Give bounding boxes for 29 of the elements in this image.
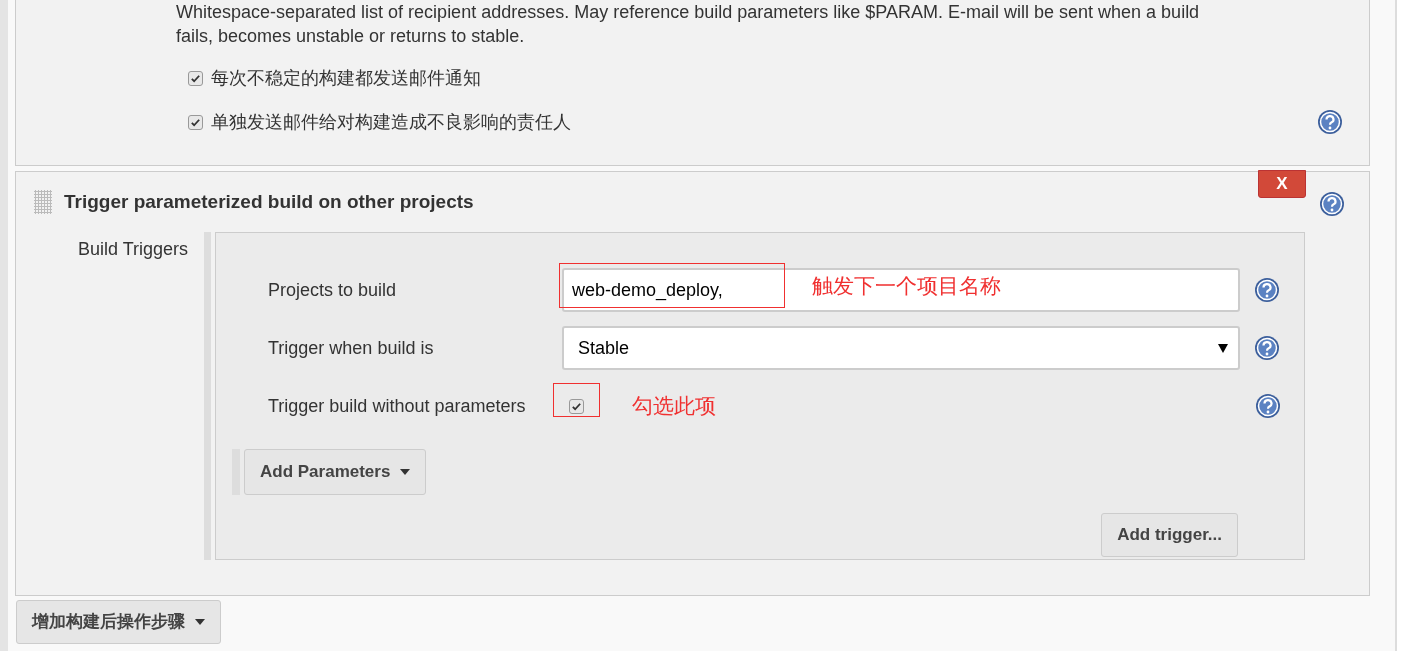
delete-button[interactable]: X [1258,170,1306,198]
field-label: Trigger build without parameters [267,394,527,418]
field-label: Projects to build [267,278,398,302]
add-post-build-button[interactable]: 增加构建后操作步骤 [16,600,221,644]
help-icon[interactable] [1254,335,1280,361]
annotation-text: 勾选此项 [632,393,716,419]
checkbox[interactable] [569,398,584,414]
drag-handle[interactable] [34,190,52,214]
help-icon[interactable] [1317,109,1343,135]
group-label: Build Triggers [76,238,188,261]
help-icon[interactable] [1255,393,1281,419]
select-field[interactable]: Stable [562,326,1240,370]
field-label: Trigger when build is [267,336,435,360]
add-trigger-button[interactable]: Add trigger... [1101,513,1238,557]
description-text: Whitespace-separated list of recipient addresses. May reference build parameters like $PARAM. E-mail will be sent when a build [176,1,1201,24]
help-icon[interactable] [1254,277,1280,303]
highlight-box [553,383,600,417]
add-parameters-button[interactable]: Add Parameters [244,449,427,495]
annotation-text: 触发下一个项目名称 [812,273,1001,299]
checkbox[interactable] [188,70,203,86]
checkbox[interactable] [188,114,203,130]
option-label: 单独发送邮件给对构建造成不良影响的责任人 [211,110,571,134]
caret-icon [400,469,411,475]
caret-icon [195,618,205,625]
section-title: Trigger parameterized build on other projects [64,189,474,214]
help-icon[interactable] [1319,191,1345,217]
caret-icon [1218,343,1228,353]
option-label: 每次不稳定的构建都发送邮件通知 [211,66,481,90]
description-text: fails, becomes unstable or returns to stable. [176,25,526,48]
